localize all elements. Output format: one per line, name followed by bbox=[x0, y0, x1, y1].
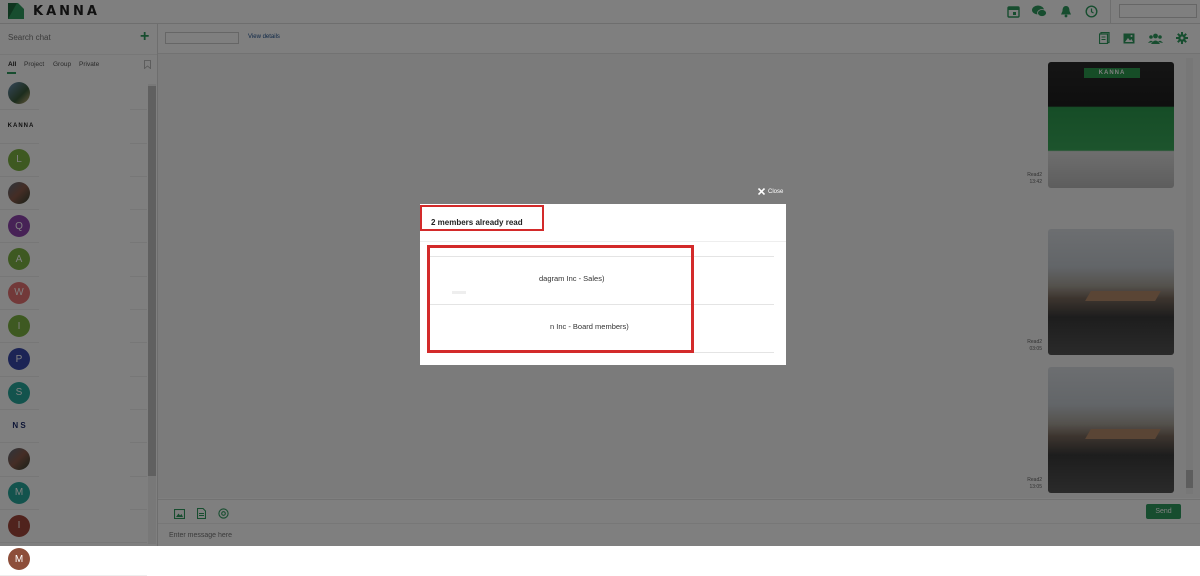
modal-title: 2 members already read bbox=[431, 218, 523, 227]
close-label: Close bbox=[768, 188, 784, 195]
close-icon bbox=[758, 188, 765, 195]
modal-divider bbox=[420, 241, 786, 242]
close-button[interactable]: Close bbox=[758, 188, 783, 195]
chat-list-item[interactable]: M bbox=[0, 543, 147, 576]
reader-list-highlight bbox=[427, 245, 694, 353]
chat-avatar: M bbox=[8, 548, 30, 571]
